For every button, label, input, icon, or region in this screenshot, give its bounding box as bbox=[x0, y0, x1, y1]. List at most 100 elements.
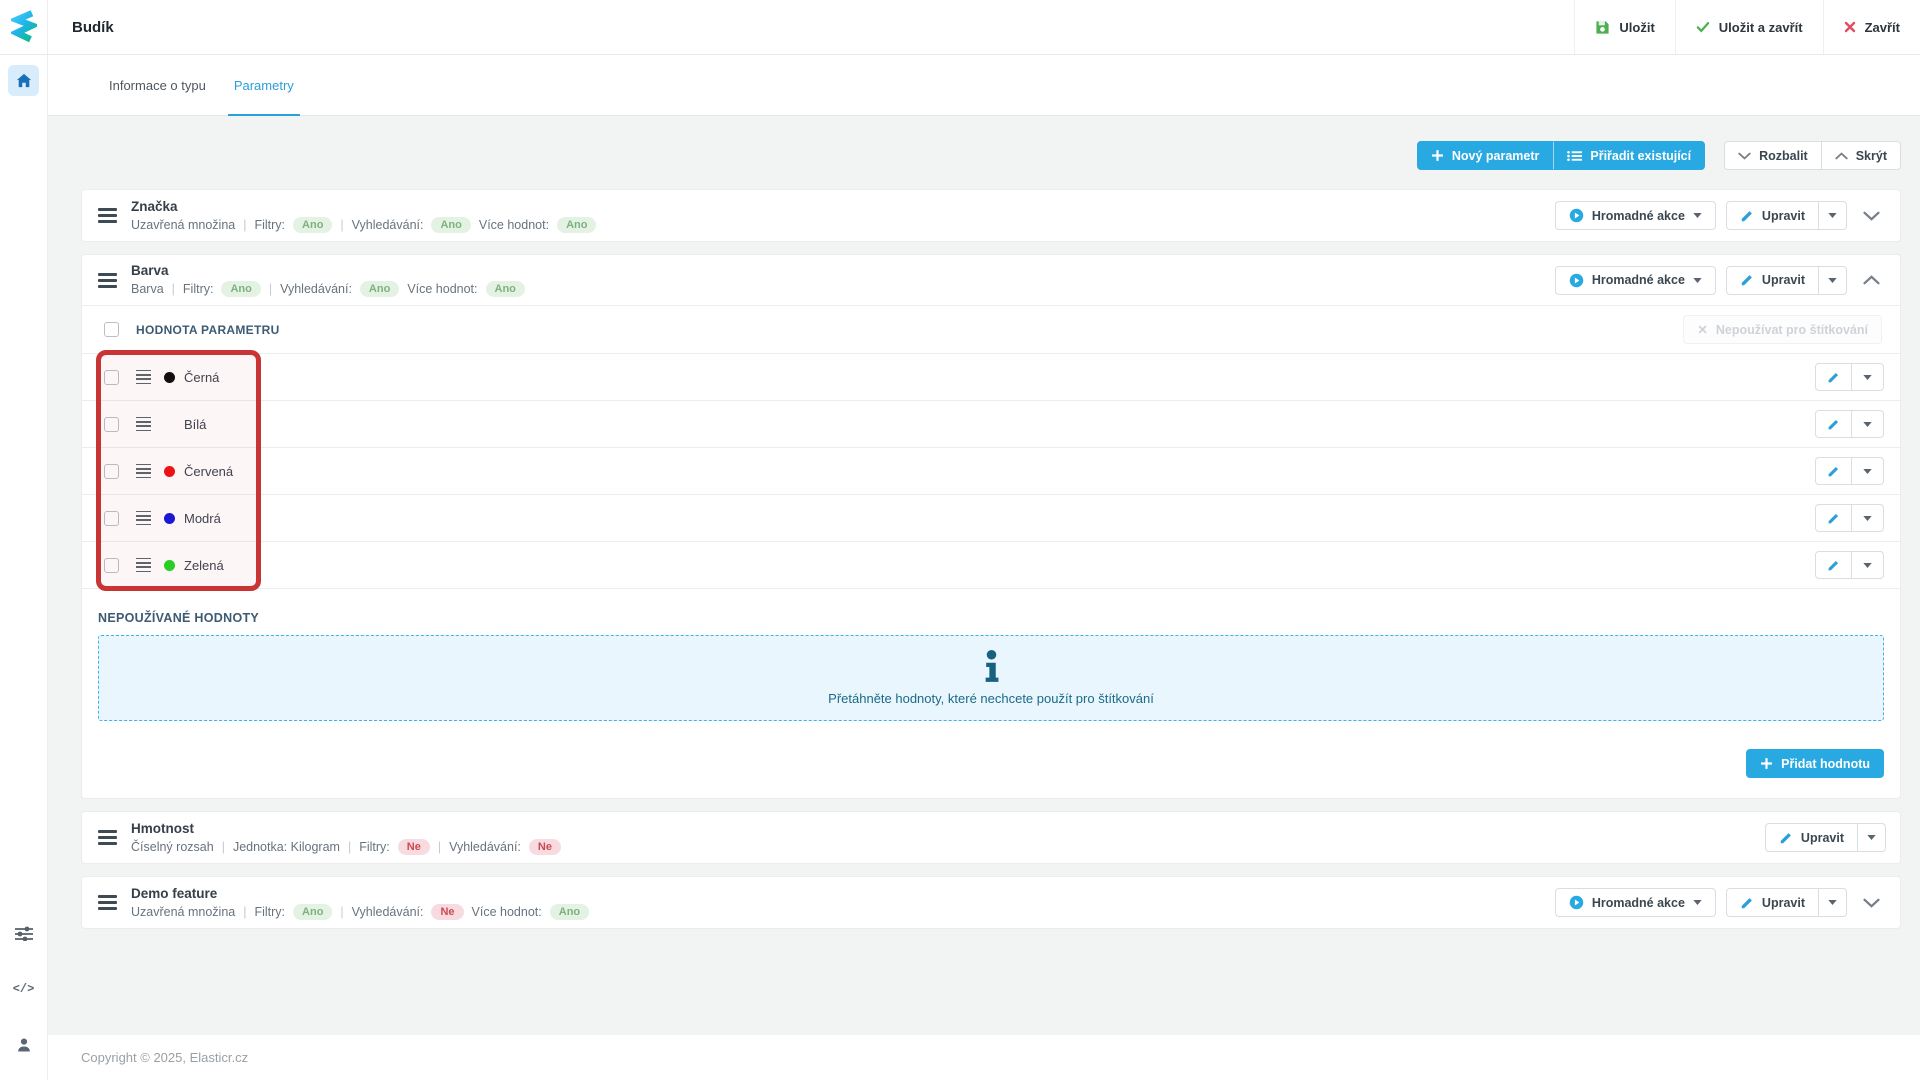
value-actions bbox=[1815, 504, 1884, 532]
caret-down-icon bbox=[1828, 278, 1837, 283]
edit-value-button[interactable] bbox=[1815, 551, 1852, 579]
edit-dropdown-button[interactable] bbox=[1819, 201, 1847, 230]
parameters-toolbar: Nový parametr Přiřadit existující bbox=[81, 141, 1901, 170]
drag-handle-icon[interactable] bbox=[136, 511, 151, 526]
sidebar-home-button[interactable] bbox=[8, 65, 39, 96]
value-actions bbox=[1815, 457, 1884, 485]
drag-handle-icon[interactable] bbox=[136, 417, 151, 432]
collapse-all-label: Skrýt bbox=[1856, 149, 1887, 163]
value-dropdown-button[interactable] bbox=[1852, 504, 1884, 532]
save-and-close-button[interactable]: Uložit a zavřít bbox=[1675, 0, 1823, 54]
drag-handle-icon[interactable] bbox=[98, 830, 117, 845]
value-dropdown-button[interactable] bbox=[1852, 457, 1884, 485]
value-label: Modrá bbox=[184, 511, 221, 526]
save-button[interactable]: Uložit bbox=[1574, 0, 1674, 54]
bulk-actions-label: Hromadné akce bbox=[1592, 273, 1685, 287]
drag-handle-icon[interactable] bbox=[136, 464, 151, 479]
settings-sliders-button[interactable] bbox=[11, 920, 37, 946]
edit-dropdown-button[interactable] bbox=[1858, 823, 1886, 852]
add-value-row: Přidat hodnotu bbox=[98, 749, 1884, 778]
drag-handle-icon[interactable] bbox=[98, 895, 117, 910]
edit-button[interactable]: Upravit bbox=[1726, 201, 1819, 230]
bulk-actions-button[interactable]: Hromadné akce bbox=[1555, 888, 1716, 917]
new-parameter-button[interactable]: Nový parametr bbox=[1417, 141, 1554, 170]
developer-code-button[interactable]: </> bbox=[11, 976, 37, 1002]
edit-split-button: Upravit bbox=[1726, 266, 1847, 295]
edit-button[interactable]: Upravit bbox=[1765, 823, 1858, 852]
edit-dropdown-button[interactable] bbox=[1819, 888, 1847, 917]
unused-values-section: NEPOUŽÍVANÉ HODNOTY Přetáhněte hodnoty, … bbox=[82, 589, 1900, 798]
elasticr-logo-icon bbox=[11, 10, 37, 44]
value-checkbox[interactable] bbox=[104, 511, 119, 526]
collapse-parameter-button[interactable] bbox=[1857, 271, 1886, 289]
drag-handle-icon[interactable] bbox=[136, 370, 151, 385]
meta-badge: Ano bbox=[550, 904, 589, 920]
parameter-meta: Uzavřená množina|Filtry:Ano|Vyhledávání:… bbox=[131, 217, 596, 233]
value-dropdown-button[interactable] bbox=[1852, 363, 1884, 391]
parameter-name: Demo feature bbox=[131, 886, 589, 901]
meta-label: Vyhledávání: bbox=[352, 905, 424, 919]
expand-all-button[interactable]: Rozbalit bbox=[1724, 141, 1822, 170]
tab-bar: Informace o typu Parametry bbox=[48, 55, 1920, 116]
expand-parameter-button[interactable] bbox=[1857, 894, 1886, 912]
value-checkbox[interactable] bbox=[104, 464, 119, 479]
parameter-value-row: Zelená bbox=[82, 541, 1900, 588]
values-list: Černá Bílá bbox=[82, 353, 1900, 589]
value-color-dot bbox=[164, 466, 175, 477]
drag-handle-icon[interactable] bbox=[98, 273, 117, 288]
drag-handle-icon[interactable] bbox=[98, 208, 117, 223]
collapse-all-button[interactable]: Skrýt bbox=[1822, 141, 1901, 170]
meta-badge: Ano bbox=[221, 281, 260, 297]
save-icon bbox=[1595, 20, 1610, 35]
parameter-card-hmotnost: Hmotnost Číselný rozsah|Jednotka: Kilogr… bbox=[81, 811, 1901, 864]
chevron-up-icon bbox=[1863, 275, 1880, 285]
expand-all-label: Rozbalit bbox=[1759, 149, 1808, 163]
meta-label: Filtry: bbox=[254, 218, 285, 232]
bulk-actions-button[interactable]: Hromadné akce bbox=[1555, 201, 1716, 230]
parameter-value-row: Červená bbox=[82, 447, 1900, 494]
user-profile-button[interactable] bbox=[11, 1032, 37, 1058]
meta-separator: | bbox=[348, 840, 351, 854]
assign-existing-button[interactable]: Přiřadit existující bbox=[1553, 141, 1705, 170]
play-circle-icon bbox=[1569, 208, 1584, 223]
parameter-actions: Upravit bbox=[1765, 823, 1886, 852]
value-color-dot bbox=[164, 560, 175, 571]
value-dropdown-button[interactable] bbox=[1852, 410, 1884, 438]
x-icon: ✕ bbox=[1697, 322, 1707, 337]
value-checkbox[interactable] bbox=[104, 370, 119, 385]
value-checkbox[interactable] bbox=[104, 558, 119, 573]
add-value-label: Přidat hodnotu bbox=[1781, 757, 1870, 771]
meta-separator: | bbox=[340, 905, 343, 919]
edit-value-button[interactable] bbox=[1815, 457, 1852, 485]
unused-values-dropzone[interactable]: Přetáhněte hodnoty, které nechcete použí… bbox=[98, 635, 1884, 721]
sidebar-bottom-group: </> bbox=[11, 920, 37, 1058]
edit-button[interactable]: Upravit bbox=[1726, 888, 1819, 917]
edit-value-button[interactable] bbox=[1815, 410, 1852, 438]
drag-handle-icon[interactable] bbox=[136, 558, 151, 573]
page-title: Budík bbox=[48, 0, 114, 54]
tab-parametry[interactable]: Parametry bbox=[220, 55, 308, 115]
not-for-tagging-button[interactable]: ✕ Nepoužívat pro štítkování bbox=[1683, 315, 1882, 344]
tab-informace-o-typu[interactable]: Informace o typu bbox=[95, 55, 220, 115]
edit-label: Upravit bbox=[1762, 896, 1805, 910]
select-all-checkbox[interactable] bbox=[104, 322, 119, 337]
value-actions bbox=[1815, 410, 1884, 438]
home-icon bbox=[16, 73, 32, 88]
edit-value-button[interactable] bbox=[1815, 363, 1852, 391]
edit-button[interactable]: Upravit bbox=[1726, 266, 1819, 295]
meta-separator: | bbox=[269, 282, 272, 296]
value-checkbox[interactable] bbox=[104, 417, 119, 432]
close-button[interactable]: Zavřít bbox=[1823, 0, 1920, 54]
app-logo[interactable] bbox=[0, 0, 48, 54]
save-and-close-label: Uložit a zavřít bbox=[1719, 20, 1803, 35]
edit-value-button[interactable] bbox=[1815, 504, 1852, 532]
copyright-text: Copyright © 2025, Elasticr.cz bbox=[81, 1050, 248, 1065]
bulk-actions-button[interactable]: Hromadné akce bbox=[1555, 266, 1716, 295]
parameter-name: Barva bbox=[131, 263, 525, 278]
value-dropdown-button[interactable] bbox=[1852, 551, 1884, 579]
edit-dropdown-button[interactable] bbox=[1819, 266, 1847, 295]
meta-label: Filtry: bbox=[183, 282, 214, 296]
add-value-button[interactable]: Přidat hodnotu bbox=[1746, 749, 1884, 778]
chevron-up-icon bbox=[1835, 152, 1848, 160]
expand-parameter-button[interactable] bbox=[1857, 207, 1886, 225]
